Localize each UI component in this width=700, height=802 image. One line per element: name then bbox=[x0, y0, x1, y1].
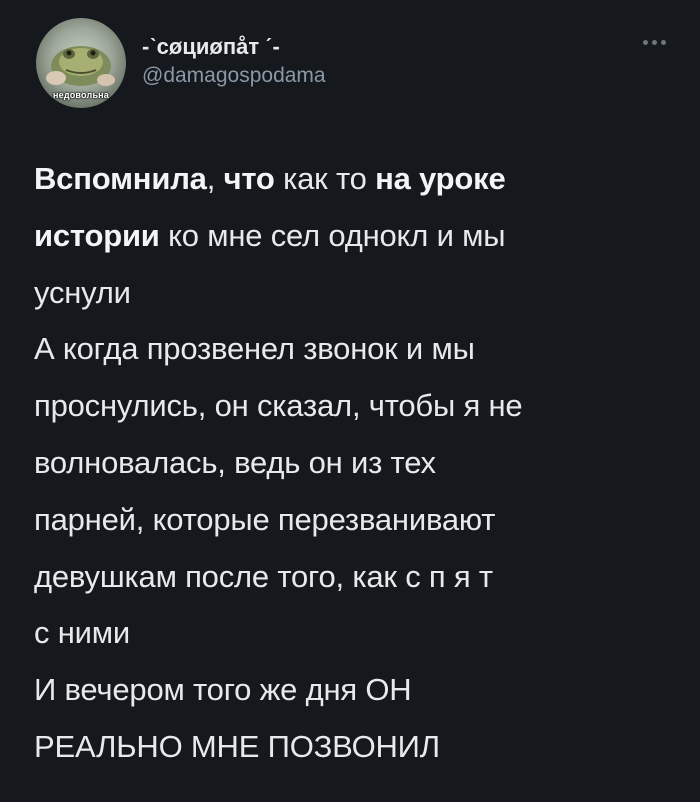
more-horizontal-icon-dot bbox=[660, 39, 666, 45]
tweet-text-line: А когда прозвенел звонок и мы bbox=[34, 331, 475, 367]
tweet-text-line: проснулись, он сказал, чтобы я не bbox=[34, 388, 523, 424]
tweet-text-line: девушкам после того, как с п я т bbox=[34, 558, 493, 594]
tweet-header: недовольна -ˋсøциøпåт ˊ- @damagospodama bbox=[0, 0, 700, 130]
tweet-card: недовольна -ˋсøциøпåт ˊ- @damagospodama … bbox=[0, 0, 700, 802]
more-horizontal-icon bbox=[642, 39, 648, 45]
tweet-text-line: уснули bbox=[34, 274, 131, 310]
tweet-text-line: с ними bbox=[34, 615, 130, 651]
bold-text: что bbox=[223, 161, 275, 196]
more-options-button[interactable] bbox=[634, 30, 674, 54]
tweet-text-line: И вечером того же дня ОН bbox=[34, 672, 412, 708]
tweet-text-line: парней, которые перезванивают bbox=[34, 501, 496, 537]
display-name[interactable]: -ˋсøциøпåт ˊ- bbox=[142, 34, 326, 60]
plain-text: как то bbox=[274, 161, 376, 196]
bold-text: на уроке bbox=[375, 161, 506, 196]
plain-text: ко мне сел однокл и мы bbox=[159, 217, 506, 253]
tweet-text-line: РЕАЛЬНО МНЕ ПОЗВОНИЛ bbox=[34, 728, 440, 764]
user-handle[interactable]: @damagospodama bbox=[142, 62, 326, 90]
avatar[interactable]: недовольна bbox=[36, 18, 126, 108]
tweet-text-line: волновалась, ведь он из тех bbox=[34, 444, 436, 480]
tweet-text-line: истории ко мне сел однокл и мы bbox=[34, 208, 674, 265]
avatar-caption: недовольна bbox=[52, 90, 110, 100]
bold-text: истории bbox=[34, 217, 160, 253]
tweet-text: Вспомнила, что как то на уроке истории к… bbox=[34, 151, 674, 776]
tweet-text-line: Вспомнила, что как то на уроке bbox=[34, 151, 674, 208]
plain-text: , bbox=[206, 161, 224, 196]
bold-text: Вспомнила bbox=[34, 161, 207, 196]
user-info: -ˋсøциøпåт ˊ- @damagospodama bbox=[142, 34, 326, 90]
more-horizontal-icon-dot bbox=[651, 39, 657, 45]
